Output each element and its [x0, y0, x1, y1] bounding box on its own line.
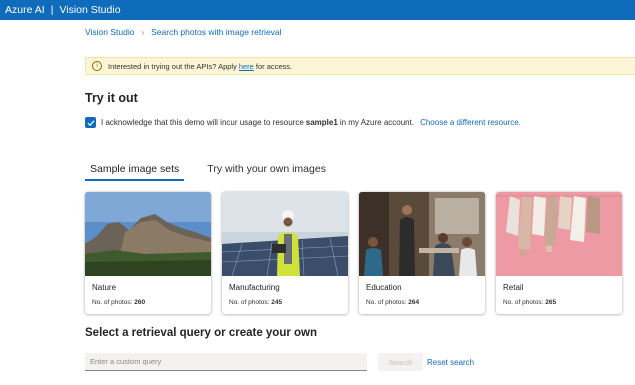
- card-name: Retail: [503, 283, 524, 292]
- choose-resource-link[interactable]: Choose a different resource.: [420, 118, 521, 127]
- image-set-tabs: Sample image sets Try with your own imag…: [85, 163, 349, 181]
- notice-text-before: Interested in trying out the APIs? Apply: [108, 61, 237, 71]
- education-thumbnail: [359, 192, 485, 276]
- notice-text-after: for access.: [255, 61, 293, 71]
- image-set-card-education[interactable]: Education No. of photos: 264: [359, 192, 485, 314]
- acknowledge-text-after: in my Azure account.: [339, 118, 415, 127]
- info-icon: i: [92, 61, 102, 71]
- image-set-card-retail[interactable]: Retail No. of photos: 265: [496, 192, 622, 314]
- card-photo-count: No. of photos: 245: [229, 299, 283, 306]
- card-name: Nature: [92, 283, 117, 292]
- card-name: Manufacturing: [229, 283, 280, 292]
- card-photo-count: No. of photos: 260: [92, 299, 146, 306]
- acknowledge-text-before: I acknowledge that this demo will incur …: [101, 118, 304, 127]
- search-button[interactable]: Search: [378, 353, 423, 371]
- resource-name: sample1: [305, 118, 338, 127]
- chevron-right-icon: ›: [141, 27, 145, 37]
- custom-query-input[interactable]: [85, 353, 367, 371]
- product-label[interactable]: Vision Studio: [59, 4, 120, 16]
- breadcrumb-current[interactable]: Search photos with image retrieval: [151, 27, 281, 37]
- try-it-out-heading: Try it out: [85, 91, 138, 105]
- api-access-notice: i Interested in trying out the APIs? App…: [85, 57, 635, 75]
- reset-search-link[interactable]: Reset search: [427, 358, 474, 367]
- card-photo-count: No. of photos: 264: [366, 299, 420, 306]
- brand-separator: |: [50, 4, 54, 16]
- image-set-card-nature[interactable]: Nature No. of photos: 260: [85, 192, 211, 314]
- image-set-card-manufacturing[interactable]: Manufacturing No. of photos: 245: [222, 192, 348, 314]
- query-heading: Select a retrieval query or create your …: [85, 327, 318, 339]
- acknowledge-row: I acknowledge that this demo will incur …: [85, 117, 521, 128]
- top-bar: Azure AI | Vision Studio: [0, 0, 635, 20]
- tab-own-images[interactable]: Try with your own images: [202, 163, 331, 181]
- tab-sample-image-sets[interactable]: Sample image sets: [85, 163, 185, 181]
- image-set-cards: Nature No. of photos: 260 Manufacturing …: [85, 192, 622, 314]
- retail-thumbnail: [496, 192, 622, 276]
- breadcrumb: Vision Studio › Search photos with image…: [85, 27, 282, 37]
- card-name: Education: [366, 283, 402, 292]
- nature-thumbnail: [85, 192, 211, 276]
- checkmark-icon: [87, 119, 94, 126]
- manufacturing-thumbnail: [222, 192, 348, 276]
- card-photo-count: No. of photos: 265: [503, 299, 557, 306]
- breadcrumb-root[interactable]: Vision Studio: [85, 27, 134, 37]
- notice-apply-link[interactable]: here: [239, 62, 254, 71]
- acknowledge-checkbox[interactable]: [85, 117, 96, 128]
- brand-label[interactable]: Azure AI: [5, 4, 45, 16]
